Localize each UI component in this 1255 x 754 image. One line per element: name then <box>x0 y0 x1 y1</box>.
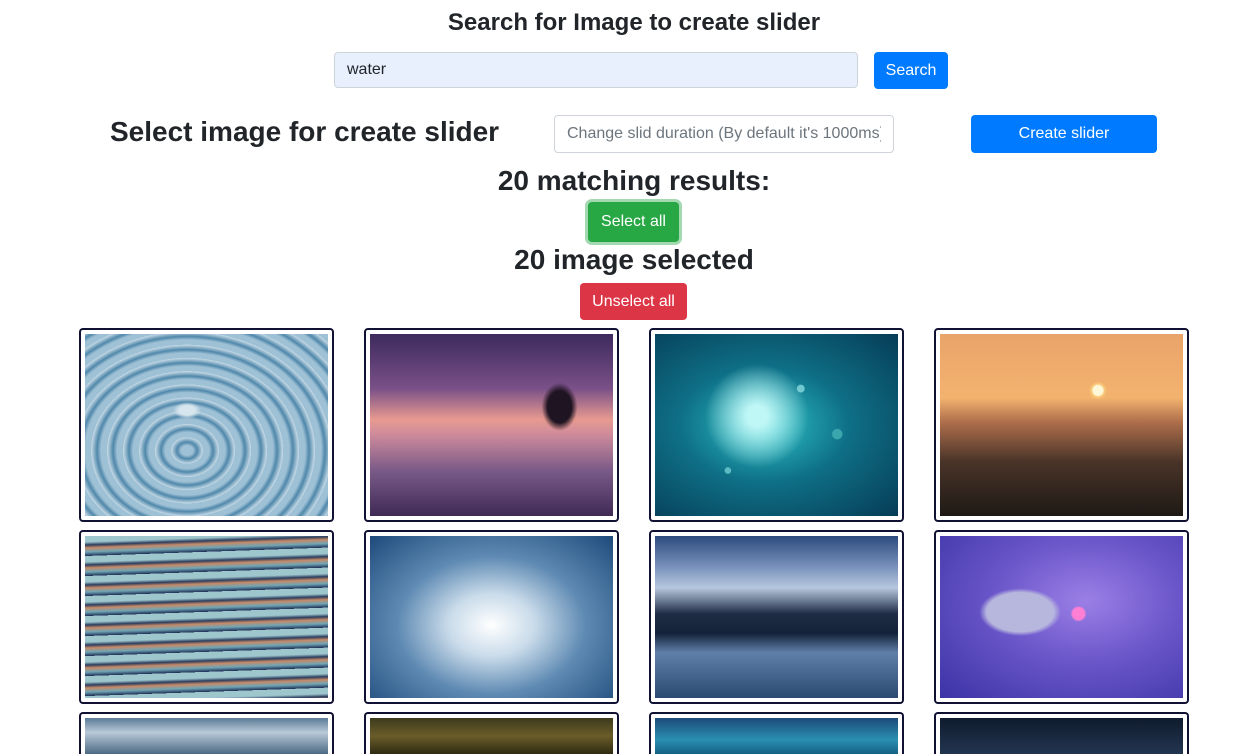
image-tile[interactable] <box>364 712 619 754</box>
image-thumbnail <box>85 718 328 754</box>
image-thumbnail <box>655 718 898 754</box>
search-input[interactable] <box>334 52 858 88</box>
image-tile[interactable] <box>649 530 904 704</box>
select-all-button[interactable]: Select all <box>588 202 679 242</box>
search-title: Search for Image to create slider <box>447 9 821 36</box>
image-thumbnail <box>370 536 613 698</box>
image-tile[interactable] <box>649 328 904 522</box>
image-tile[interactable] <box>364 328 619 522</box>
image-thumbnail <box>370 718 613 754</box>
image-thumbnail <box>655 334 898 516</box>
image-tile[interactable] <box>79 712 334 754</box>
image-tile[interactable] <box>364 530 619 704</box>
slider-section-title: Select image for create slider <box>110 116 500 147</box>
page: Search for Image to create slider Search… <box>0 0 1255 754</box>
image-thumbnail <box>940 718 1183 754</box>
image-tile[interactable] <box>79 530 334 704</box>
image-thumbnail <box>85 334 328 516</box>
search-button[interactable]: Search <box>874 52 948 89</box>
image-thumbnail <box>940 536 1183 698</box>
image-thumbnail <box>655 536 898 698</box>
image-tile[interactable] <box>934 530 1189 704</box>
image-thumbnail <box>370 334 613 516</box>
create-slider-button[interactable]: Create slider <box>971 115 1157 153</box>
unselect-all-button[interactable]: Unselect all <box>580 283 687 320</box>
image-tile[interactable] <box>934 712 1189 754</box>
selected-count-heading: 20 image selected <box>514 244 754 275</box>
image-tile[interactable] <box>934 328 1189 522</box>
duration-input[interactable] <box>554 115 894 153</box>
image-thumbnail <box>85 536 328 698</box>
image-tile[interactable] <box>649 712 904 754</box>
matching-results-heading: 20 matching results: <box>497 165 771 196</box>
image-tile[interactable] <box>79 328 334 522</box>
image-thumbnail <box>940 334 1183 516</box>
